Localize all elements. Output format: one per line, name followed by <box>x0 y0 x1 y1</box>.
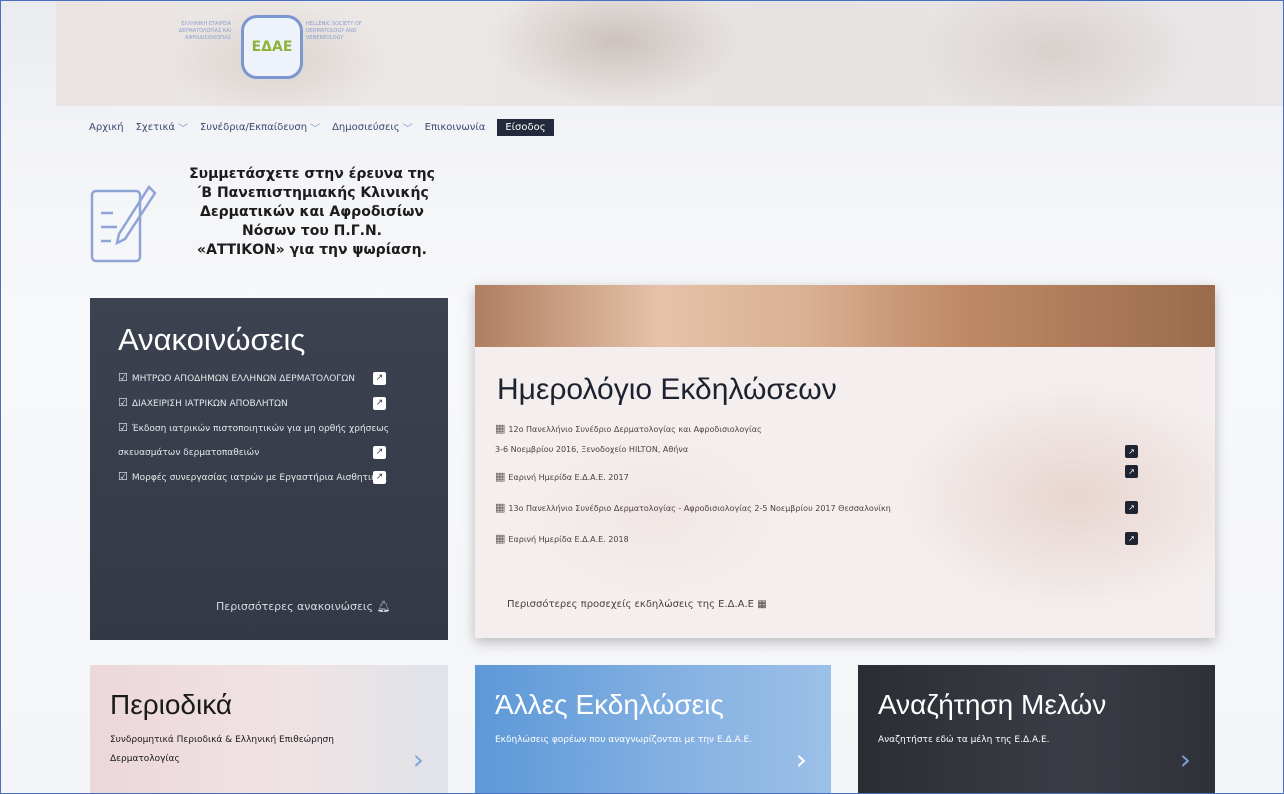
external-link-icon[interactable]: ↗ <box>373 397 386 410</box>
logo-mark-text: ΕΔΑΕ <box>251 39 293 55</box>
calendar-icon: ▦ <box>495 532 506 545</box>
main-nav: Αρχική Σχετικά ﹀ Συνέδρια/Εκπαίδευση ﹀ Δημ… <box>89 117 554 137</box>
external-link-icon[interactable]: ↗ <box>1125 465 1138 478</box>
tile-description: Συνδρομητικά Περιοδικά & Ελληνική Επιθεώ… <box>110 735 334 764</box>
nav-item-label: Είσοδος <box>505 121 546 133</box>
more-events-label: Περισσότερες προσεχείς εκδηλώσεις της Ε.… <box>507 599 755 610</box>
survey-banner[interactable]: Συμμετάσχετε στην έρευνα της ΄Β Πανεπιστ… <box>89 165 459 275</box>
external-link-icon[interactable]: ↗ <box>1125 445 1138 458</box>
external-link-icon[interactable]: ↗ <box>1125 501 1138 514</box>
nav-item-label: Επικοινωνία <box>424 121 486 133</box>
nav-item-contact[interactable]: Επικοινωνία <box>425 122 486 133</box>
survey-text: Συμμετάσχετε στην έρευνα της ΄Β Πανεπιστ… <box>167 165 457 260</box>
other-events-tile[interactable]: Άλλες Εκδηλώσεις Εκδηλώσεις φορέων που α… <box>475 665 831 793</box>
chevron-right-icon: › <box>795 743 807 776</box>
nav-item-label: Σχετικά <box>135 121 175 133</box>
announcement-text: Έκδοση ιατρικών πιστοποιητικών για μη ορ… <box>118 424 390 458</box>
announcement-item[interactable]: ☑ ΜΗΤΡΩΟ ΑΠΟΔΗΜΩΝ ΕΛΛΗΝΩΝ ΔΕΡΜΑΤΟΛΟΓΩΝ ↗ <box>118 366 434 391</box>
nav-item-conferences[interactable]: Συνέδρια/Εκπαίδευση ﹀ <box>200 120 320 135</box>
chevron-right-icon: › <box>412 743 424 776</box>
announcements-panel: Ανακοινώσεις ☑ ΜΗΤΡΩΟ ΑΠΟΔΗΜΩΝ ΕΛΛΗΝΩΝ ΔΕ… <box>90 298 448 640</box>
checkbox-icon: ☑ <box>118 371 128 384</box>
calendar-icon: ▦ <box>495 470 506 483</box>
calendar-banner-image <box>475 285 1215 347</box>
nav-item-publications[interactable]: Δημοσιεύσεις ﹀ <box>332 120 413 135</box>
announcement-item[interactable]: ☑ Έκδοση ιατρικών πιστοποιητικών για μη ο… <box>118 416 434 465</box>
survey-line: Συμμετάσχετε στην έρευνα της <box>189 166 435 182</box>
external-link-icon[interactable]: ↗ <box>1125 532 1138 545</box>
tile-title: Περιοδικά <box>110 689 233 720</box>
journals-tile[interactable]: Περιοδικά Συνδρομητικά Περιοδικά & Ελλην… <box>90 665 448 793</box>
announcement-text: ΜΗΤΡΩΟ ΑΠΟΔΗΜΩΝ ΕΛΛΗΝΩΝ ΔΕΡΜΑΤΟΛΟΓΩΝ <box>131 374 355 384</box>
event-title: Εαρινή Ημερίδα Ε.Δ.Α.Ε. 2017 <box>508 473 629 482</box>
event-item[interactable]: ▦ Εαρινή Ημερίδα Ε.Δ.Α.Ε. 2017 ↗ <box>495 462 1145 493</box>
logo-text-greek: ΕΛΛΗΝΙΚΗ ΕΤΑΙΡΕΙΑ ΔΕΡΜΑΤΟΛΟΓΙΑΣ ΚΑΙ ΑΦΡΟ… <box>178 21 231 41</box>
member-search-tile[interactable]: Αναζήτηση Μελών Αναζητήστε εδώ τα μέλη τ… <box>858 665 1215 793</box>
chevron-down-icon: ﹀ <box>310 123 321 135</box>
tile-description: Αναζητήστε εδώ τα μέλη της Ε.Δ.Α.Ε. <box>878 735 1050 745</box>
external-link-icon[interactable]: ↗ <box>373 471 386 484</box>
announcement-text: ΔΙΑΧΕΙΡΙΣΗ ΙΑΤΡΙΚΩΝ ΑΠΟΒΛΗΤΩΝ <box>131 399 288 409</box>
event-title: 12ο Πανελλήνιο Συνέδριο Δερματολογίας κα… <box>508 425 762 434</box>
checkbox-icon: ☑ <box>118 396 128 409</box>
header-banner: ΕΛΛΗΝΙΚΗ ΕΤΑΙΡΕΙΑ ΔΕΡΜΑΤΟΛΟΓΙΑΣ ΚΑΙ ΑΦΡΟ… <box>56 1 1283 106</box>
event-item[interactable]: ▦ 13ο Πανελλήνιο Συνέδριο Δερματολογίας -… <box>495 493 1145 524</box>
more-announcements-label: Περισσότερες ανακοινώσεις <box>216 600 374 613</box>
events-calendar-panel: Ημερολόγιο Εκδηλώσεων ▦ 12ο Πανελλήνιο Συ… <box>475 285 1215 638</box>
bell-icon: 🔔︎ <box>376 600 391 613</box>
tile-title: Αναζήτηση Μελών <box>878 689 1107 720</box>
nav-item-label: Συνέδρια/Εκπαίδευση <box>199 121 308 133</box>
more-events-link[interactable]: Περισσότερες προσεχείς εκδηλώσεις της Ε.… <box>507 599 767 610</box>
announcement-item[interactable]: ☑ Μορφές συνεργασίας ιατρών με Εργαστήρια… <box>118 465 434 490</box>
calendar-title: Ημερολόγιο Εκδηλώσεων <box>497 373 837 406</box>
chevron-down-icon: ﹀ <box>402 123 413 135</box>
page-frame: ΕΛΛΗΝΙΚΗ ΕΤΑΙΡΕΙΑ ΔΕΡΜΑΤΟΛΟΓΙΑΣ ΚΑΙ ΑΦΡΟ… <box>0 0 1284 794</box>
chevron-right-icon: › <box>1179 743 1191 776</box>
event-details: 3-6 Νοεμβρίου 2016, Ξενοδοχείο HILTON, Α… <box>495 445 689 454</box>
announcement-item[interactable]: ☑ ΔΙΑΧΕΙΡΙΣΗ ΙΑΤΡΙΚΩΝ ΑΠΟΒΛΗΤΩΝ ↗ <box>118 391 434 416</box>
nav-item-home[interactable]: Αρχική <box>89 122 124 133</box>
external-link-icon[interactable]: ↗ <box>373 372 386 385</box>
survey-line: ΄Β Πανεπιστημιακής Κλινικής <box>195 185 429 201</box>
survey-line: «ΑΤΤΙΚΟΝ» για την ψωρίαση. <box>197 242 427 258</box>
site-logo[interactable]: ΕΛΛΗΝΙΚΗ ΕΤΑΙΡΕΙΑ ΔΕΡΜΑΤΟΛΟΓΙΑΣ ΚΑΙ ΑΦΡΟ… <box>151 11 391 81</box>
survey-document-icon <box>90 185 157 263</box>
nav-item-label: Δημοσιεύσεις <box>332 121 400 133</box>
announcements-title: Ανακοινώσεις <box>118 322 306 357</box>
checkbox-icon: ☑ <box>118 421 128 434</box>
event-title: 13ο Πανελλήνιο Συνέδριο Δερματολογίας - … <box>508 504 891 513</box>
announcement-text: Μορφές συνεργασίας ιατρών με Εργαστήρια … <box>131 473 388 483</box>
chevron-down-icon: ﹀ <box>177 123 188 135</box>
survey-line: Δερματικών και Αφροδισίων <box>200 204 424 220</box>
tile-description: Εκδηλώσεις φορέων που αναγνωρίζονται με … <box>495 735 753 745</box>
event-item[interactable]: ▦ 12ο Πανελλήνιο Συνέδριο Δερματολογίας κ… <box>495 419 1145 462</box>
logo-mark: ΕΔΑΕ <box>241 15 303 79</box>
external-link-icon[interactable]: ↗ <box>373 446 386 459</box>
calendar-icon: ▦ <box>757 599 767 610</box>
checkbox-icon: ☑ <box>118 470 128 483</box>
nav-item-login[interactable]: Είσοδος <box>497 118 554 136</box>
logo-text-english: HELLENIC SOCIETY OF DERMATOLOGY AND VENE… <box>306 21 362 41</box>
more-announcements-link[interactable]: Περισσότερες ανακοινώσεις 🔔︎ <box>216 600 391 613</box>
survey-line: Νόσων του Π.Γ.Ν. <box>241 223 382 239</box>
nav-item-about[interactable]: Σχετικά ﹀ <box>136 120 188 135</box>
tile-title: Άλλες Εκδηλώσεις <box>495 689 724 720</box>
events-list: ▦ 12ο Πανελλήνιο Συνέδριο Δερματολογίας κ… <box>495 419 1145 555</box>
calendar-icon: ▦ <box>495 422 506 435</box>
calendar-icon: ▦ <box>495 501 506 514</box>
event-item[interactable]: ▦ Εαρινή Ημερίδα Ε.Δ.Α.Ε. 2018 ↗ <box>495 524 1145 555</box>
nav-item-label: Αρχική <box>89 121 124 133</box>
event-title: Εαρινή Ημερίδα Ε.Δ.Α.Ε. 2018 <box>508 535 629 544</box>
